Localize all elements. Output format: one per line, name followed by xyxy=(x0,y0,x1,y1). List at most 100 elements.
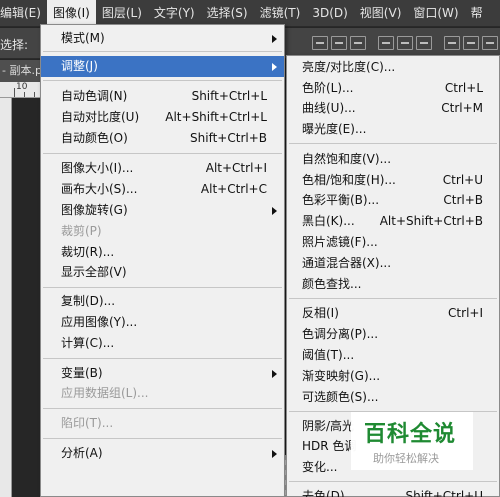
adjust-item-brightness-contrast[interactable]: 亮度/对比度(C)... xyxy=(287,57,499,78)
adjust-item-desaturate[interactable]: 去色(D) Shift+Ctrl+U xyxy=(287,486,499,497)
menu-select[interactable]: 选择(S) xyxy=(201,0,254,27)
image-menu-item-auto-tone[interactable]: 自动色调(N) Shift+Ctrl+L xyxy=(41,86,284,107)
adjust-item-photo-filter[interactable]: 照片滤镜(F)... xyxy=(287,232,499,253)
menu-item-label: 分析(A) xyxy=(61,446,103,460)
submenu-arrow-icon xyxy=(272,450,277,458)
menu-image[interactable]: 图像(I) xyxy=(46,0,96,27)
image-menu-item-apply-image[interactable]: 应用图像(Y)... xyxy=(41,312,284,333)
menu-item-label: 图像旋转(G) xyxy=(61,203,128,217)
image-menu-item-crop: 裁剪(P) xyxy=(41,221,284,242)
align-left-icon[interactable] xyxy=(378,36,394,50)
image-menu-item-image-size[interactable]: 图像大小(I)... Alt+Ctrl+I xyxy=(41,158,284,179)
menu-item-label: 渐变映射(G)... xyxy=(302,369,381,383)
image-menu-item-canvas-size[interactable]: 画布大小(S)... Alt+Ctrl+C xyxy=(41,179,284,200)
menu-item-label: 变量(B) xyxy=(61,366,103,380)
menu-item-shortcut: Ctrl+M xyxy=(441,101,483,115)
image-menu-item-variables[interactable]: 变量(B) xyxy=(41,363,284,384)
distribute-top-icon[interactable] xyxy=(444,36,460,50)
image-menu-item-auto-color[interactable]: 自动颜色(O) Shift+Ctrl+B xyxy=(41,128,284,149)
menu-separator xyxy=(43,438,282,439)
image-menu-item-image-rotation[interactable]: 图像旋转(G) xyxy=(41,200,284,221)
menu-filter[interactable]: 滤镜(T) xyxy=(254,0,307,27)
options-select-label: 选择: xyxy=(0,38,29,52)
menu-item-label: 自动色调(N) xyxy=(61,89,128,103)
menu-item-label: 色相/饱和度(H)... xyxy=(302,173,396,187)
image-menu-item-duplicate[interactable]: 复制(D)... xyxy=(41,291,284,312)
document-tab[interactable]: - 副本.p xyxy=(0,60,40,82)
distribute-bottom-icon[interactable] xyxy=(482,36,498,50)
menu-item-label: 变化... xyxy=(302,460,338,474)
menu-item-label: 阈值(T)... xyxy=(302,348,355,362)
menu-item-label: 复制(D)... xyxy=(61,294,116,308)
menu-separator xyxy=(43,153,282,154)
adjust-item-vibrance[interactable]: 自然饱和度(V)... xyxy=(287,149,499,170)
menu-item-label: 模式(M) xyxy=(61,31,105,45)
menu-3d[interactable]: 3D(D) xyxy=(306,0,353,27)
adjust-item-threshold[interactable]: 阈值(T)... xyxy=(287,345,499,366)
menu-edit[interactable]: 编辑(E) xyxy=(0,0,47,27)
menu-item-label: 自动对比度(U) xyxy=(61,110,140,124)
menu-item-shortcut: Shift+Ctrl+U xyxy=(405,489,483,497)
adjust-item-black-white[interactable]: 黑白(K)... Alt+Shift+Ctrl+B xyxy=(287,211,499,232)
menu-type[interactable]: 文字(Y) xyxy=(148,0,201,27)
submenu-arrow-icon xyxy=(272,35,277,43)
menu-item-label: 裁剪(P) xyxy=(61,224,102,238)
adjust-item-posterize[interactable]: 色调分离(P)... xyxy=(287,324,499,345)
image-menu-item-apply-data-set: 应用数据组(L)... xyxy=(41,383,284,404)
menu-item-label: 可选颜色(S)... xyxy=(302,390,379,404)
menu-item-label: 照片滤镜(F)... xyxy=(302,235,378,249)
ruler-mark xyxy=(34,92,35,97)
menu-item-shortcut: Ctrl+B xyxy=(443,193,483,207)
align-hcenter-icon[interactable] xyxy=(397,36,413,50)
align-top-icon[interactable] xyxy=(312,36,328,50)
image-menu-item-mode[interactable]: 模式(M) xyxy=(41,28,284,49)
menu-separator xyxy=(289,481,497,482)
image-menu-item-analysis[interactable]: 分析(A) xyxy=(41,443,284,464)
image-menu-item-auto-contrast[interactable]: 自动对比度(U) Alt+Shift+Ctrl+L xyxy=(41,107,284,128)
image-menu-item-trim[interactable]: 裁切(R)... xyxy=(41,242,284,263)
menu-item-label: HDR 色调 xyxy=(302,439,357,453)
adjust-item-exposure[interactable]: 曝光度(E)... xyxy=(287,119,499,140)
adjust-item-gradient-map[interactable]: 渐变映射(G)... xyxy=(287,366,499,387)
menu-item-label: 曲线(U)... xyxy=(302,101,356,115)
adjust-item-channel-mixer[interactable]: 通道混合器(X)... xyxy=(287,253,499,274)
adjust-item-color-balance[interactable]: 色彩平衡(B)... Ctrl+B xyxy=(287,190,499,211)
submenu-arrow-icon xyxy=(272,370,277,378)
adjust-item-selective-color[interactable]: 可选颜色(S)... xyxy=(287,387,499,408)
adjust-item-levels[interactable]: 色阶(L)... Ctrl+L xyxy=(287,78,499,99)
menu-item-label: 图像大小(I)... xyxy=(61,161,134,175)
image-menu-item-adjustments[interactable]: 调整(J) xyxy=(41,56,284,77)
adjust-item-curves[interactable]: 曲线(U)... Ctrl+M xyxy=(287,98,499,119)
adjust-item-hue-saturation[interactable]: 色相/饱和度(H)... Ctrl+U xyxy=(287,170,499,191)
menu-item-label: 画布大小(S)... xyxy=(61,182,138,196)
menu-help[interactable]: 帮 xyxy=(465,0,489,27)
menu-view[interactable]: 视图(V) xyxy=(354,0,408,27)
menu-layer[interactable]: 图层(L) xyxy=(96,0,148,27)
menu-bar: 编辑(E) 图像(I) 图层(L) 文字(Y) 选择(S) 滤镜(T) 3D(D… xyxy=(0,0,500,27)
align-separator xyxy=(369,36,375,50)
distribute-vcenter-icon[interactable] xyxy=(463,36,479,50)
align-vcenter-icon[interactable] xyxy=(331,36,347,50)
menu-item-label: 显示全部(V) xyxy=(61,265,127,279)
ruler-tick-label: 10 xyxy=(16,82,28,92)
menu-item-label: 曝光度(E)... xyxy=(302,122,367,136)
align-bottom-icon[interactable] xyxy=(350,36,366,50)
menu-window[interactable]: 窗口(W) xyxy=(407,0,464,27)
adjust-item-invert[interactable]: 反相(I) Ctrl+I xyxy=(287,303,499,324)
image-menu-item-reveal-all[interactable]: 显示全部(V) xyxy=(41,262,284,283)
menu-item-label: 色彩平衡(B)... xyxy=(302,193,380,207)
menu-separator xyxy=(43,408,282,409)
ruler-mark xyxy=(24,92,25,97)
menu-item-label: 自动颜色(O) xyxy=(61,131,128,145)
submenu-arrow-icon xyxy=(272,207,277,215)
adjust-item-color-lookup[interactable]: 颜色查找... xyxy=(287,274,499,295)
image-menu-item-calculations[interactable]: 计算(C)... xyxy=(41,333,284,354)
align-right-icon[interactable] xyxy=(416,36,432,50)
menu-item-label: 通道混合器(X)... xyxy=(302,256,392,270)
menu-item-label: 阴影/高光 xyxy=(302,419,355,433)
menu-item-label: 亮度/对比度(C)... xyxy=(302,60,396,74)
menu-item-shortcut: Shift+Ctrl+L xyxy=(191,89,267,103)
menu-separator xyxy=(43,51,282,52)
menu-item-shortcut: Alt+Shift+Ctrl+B xyxy=(379,214,483,228)
menu-item-label: 反相(I) xyxy=(302,306,339,320)
